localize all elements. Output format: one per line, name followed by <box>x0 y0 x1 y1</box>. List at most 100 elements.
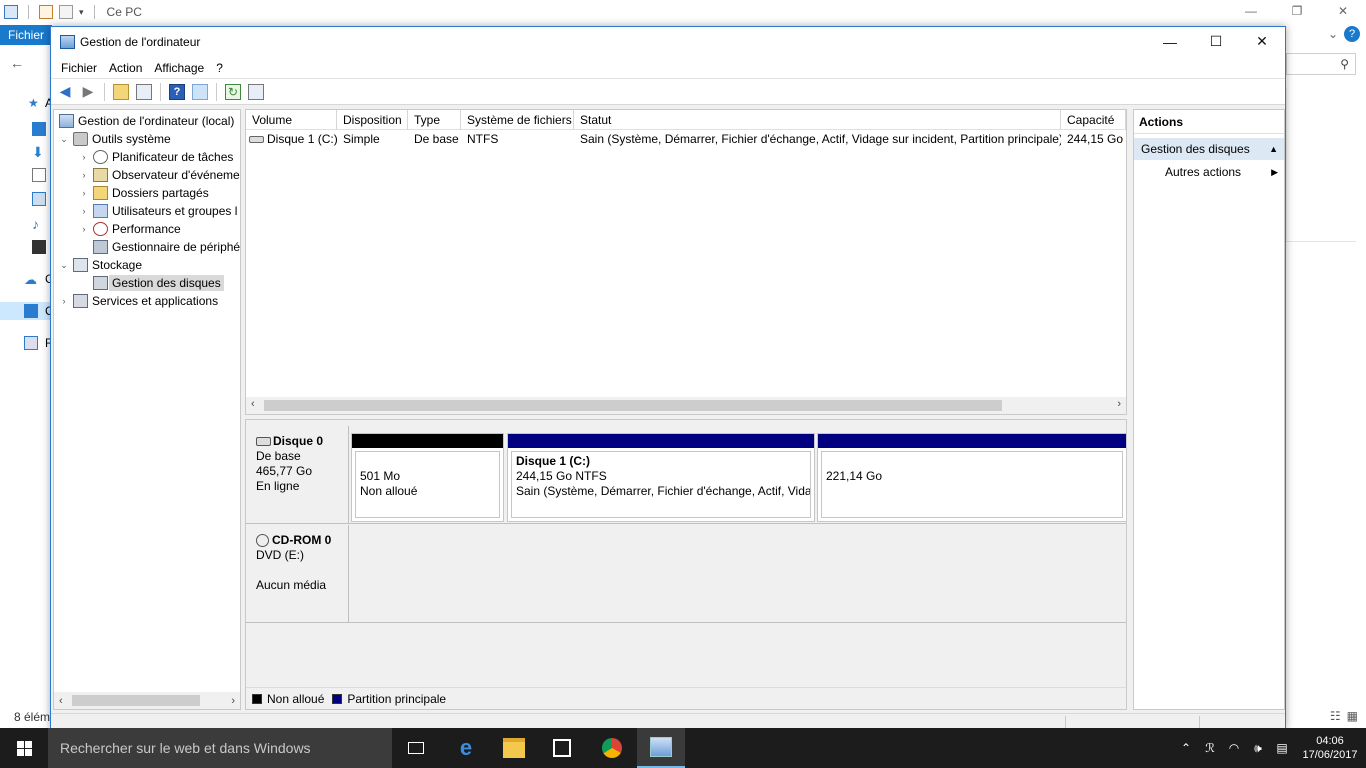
task-view-button[interactable] <box>392 728 440 768</box>
nav-item-network[interactable]: R <box>0 334 54 352</box>
nav-item-this-pc[interactable]: C <box>0 302 54 320</box>
show-hide-action-pane-icon[interactable] <box>192 83 208 100</box>
column-header-disposition[interactable]: Disposition <box>337 110 408 130</box>
minimize-button[interactable]: — <box>1147 27 1193 56</box>
close-button[interactable]: ✕ <box>1239 27 1285 56</box>
column-header-filesystem[interactable]: Système de fichiers <box>461 110 574 130</box>
table-row[interactable]: Disque 1 (C:) Simple De base NTFS Sain (… <box>246 130 1126 148</box>
tiles-view-icon[interactable]: ▦ <box>1347 709 1358 723</box>
actions-group-disk-management[interactable]: Gestion des disques ▲ <box>1134 138 1284 160</box>
chevron-right-icon[interactable]: › <box>78 152 90 162</box>
quick-access-dropdown-icon[interactable]: ▾ <box>79 7 84 18</box>
column-header-capacity[interactable]: Capacité <box>1061 110 1126 130</box>
tree-node-disk-management[interactable]: Gestion des disques <box>78 274 224 292</box>
clock[interactable]: 04:06 17/06/2017 <box>1294 734 1366 762</box>
up-folder-icon[interactable] <box>113 83 129 100</box>
nav-item-onedrive[interactable]: ☁C <box>0 270 54 288</box>
chevron-right-icon[interactable]: › <box>78 170 90 180</box>
partition-primary-2[interactable]: 221,14 Go <box>817 433 1126 522</box>
chevron-right-icon[interactable]: › <box>78 206 90 216</box>
tree-node-local-users[interactable]: › Utilisateurs et groupes l <box>78 202 237 220</box>
explorer-minimize-button[interactable]: — <box>1228 0 1274 22</box>
column-header-volume[interactable]: Volume <box>246 110 337 130</box>
menu-action[interactable]: Action <box>103 61 148 75</box>
file-explorer-button[interactable] <box>490 728 538 768</box>
scroll-left-icon[interactable]: ‹ <box>251 398 255 410</box>
forward-icon[interactable]: ▶ <box>78 82 98 102</box>
properties-icon[interactable] <box>248 83 264 100</box>
chevron-right-icon[interactable]: › <box>78 224 90 234</box>
tree-node-task-scheduler[interactable]: › Planificateur de tâches <box>78 148 233 166</box>
back-arrow-icon[interactable]: ← <box>10 55 24 71</box>
start-button[interactable] <box>0 728 48 768</box>
chevron-right-icon[interactable]: › <box>58 296 70 306</box>
explorer-file-tab[interactable]: Fichier <box>0 25 52 45</box>
scroll-right-icon[interactable]: › <box>231 695 235 707</box>
explorer-restore-button[interactable]: ❐ <box>1274 0 1320 22</box>
nav-item-quick-access[interactable]: ★ A <box>0 94 53 112</box>
notification-icon[interactable]: ▤ <box>1270 741 1294 755</box>
help-icon[interactable]: ? <box>169 83 185 100</box>
tree-node-shared-folders[interactable]: › Dossiers partagés <box>78 184 209 202</box>
collapse-icon[interactable]: ▲ <box>1269 144 1278 154</box>
volume-icon[interactable]: 🕪 <box>1246 741 1270 756</box>
nav-item-downloads[interactable]: ⬇ <box>0 142 50 160</box>
chevron-right-icon[interactable]: › <box>78 188 90 198</box>
show-hide-tree-icon[interactable] <box>136 83 152 100</box>
cell-disposition: Simple <box>343 132 380 146</box>
tree-node-label: Stockage <box>92 258 143 272</box>
menu-help[interactable]: ? <box>210 61 229 75</box>
menu-fichier[interactable]: Fichier <box>55 61 103 75</box>
computer-management-taskbar-button[interactable] <box>637 728 685 768</box>
tree-node-device-manager[interactable]: Gestionnaire de périphé <box>78 238 240 256</box>
back-icon[interactable]: ◀ <box>55 82 75 102</box>
tree-node-label: Performance <box>112 222 181 236</box>
details-view-icon[interactable]: ☷ <box>1330 709 1341 723</box>
legend-swatch <box>332 693 343 704</box>
tree-node-label: Utilisateurs et groupes l <box>112 204 238 218</box>
chevron-down-icon[interactable]: ⌄ <box>58 134 70 145</box>
properties-icon[interactable] <box>39 5 53 19</box>
edge-button[interactable]: e <box>442 728 490 768</box>
nav-item-pictures[interactable] <box>0 190 50 208</box>
show-hidden-icons-icon[interactable]: ⌃ <box>1174 741 1198 755</box>
scroll-left-icon[interactable]: ‹ <box>59 695 63 707</box>
explorer-close-button[interactable]: ✕ <box>1320 0 1366 22</box>
nav-item-documents[interactable] <box>0 166 50 184</box>
tree-node-computer-management[interactable]: Gestion de l'ordinateur (local) <box>56 112 234 130</box>
action-more-actions[interactable]: Autres actions ▶ <box>1134 160 1284 184</box>
cdrom0-label[interactable]: CD-ROM 0 DVD (E:) Aucun média <box>246 525 349 623</box>
partition-c[interactable]: Disque 1 (C:) 244,15 Go NTFS Sain (Systè… <box>507 433 815 522</box>
maximize-button[interactable]: ☐ <box>1193 27 1239 56</box>
refresh-icon[interactable]: ↻ <box>225 83 241 100</box>
nav-item-videos[interactable] <box>0 238 50 256</box>
volume-horizontal-scrollbar[interactable]: ‹ › <box>246 397 1126 414</box>
network-icon[interactable]: ◠ <box>1222 741 1246 755</box>
disk0-label[interactable]: Disque 0 De base 465,77 Go En ligne <box>246 426 349 524</box>
tree-node-storage[interactable]: ⌄ Stockage <box>58 256 142 274</box>
column-header-type[interactable]: Type <box>408 110 461 130</box>
scrollbar-thumb[interactable] <box>264 400 1002 411</box>
store-button[interactable] <box>538 728 586 768</box>
tree-node-system-tools[interactable]: ⌄ Outils système <box>58 130 171 148</box>
nav-item-music[interactable]: ♪ <box>0 214 50 232</box>
console-tree: Gestion de l'ordinateur (local) ⌄ Outils… <box>53 109 241 710</box>
ribbon-expand-icon[interactable]: ⌄ <box>1328 27 1338 41</box>
help-icon[interactable]: ? <box>1344 26 1360 42</box>
chrome-button[interactable] <box>588 728 636 768</box>
taskbar-search-box[interactable]: Rechercher sur le web et dans Windows <box>48 728 392 768</box>
scroll-right-icon[interactable]: › <box>1117 398 1121 410</box>
column-header-status[interactable]: Statut <box>574 110 1061 130</box>
explorer-search-box[interactable]: ⚲ <box>1286 53 1356 75</box>
nav-item-desktop[interactable] <box>0 120 50 138</box>
tree-node-event-viewer[interactable]: › Observateur d'événeme <box>78 166 240 184</box>
chevron-down-icon[interactable]: ⌄ <box>58 260 70 271</box>
tree-node-services-applications[interactable]: › Services et applications <box>58 292 218 310</box>
scrollbar-thumb[interactable] <box>72 695 200 706</box>
partition-unallocated[interactable]: 501 Mo Non alloué <box>351 433 504 522</box>
menu-affichage[interactable]: Affichage <box>148 61 210 75</box>
input-method-icon[interactable]: ℛ <box>1198 741 1222 755</box>
tree-node-performance[interactable]: › Performance <box>78 220 181 238</box>
tree-horizontal-scrollbar[interactable]: ‹ › <box>54 692 240 709</box>
new-folder-icon[interactable] <box>59 5 73 19</box>
